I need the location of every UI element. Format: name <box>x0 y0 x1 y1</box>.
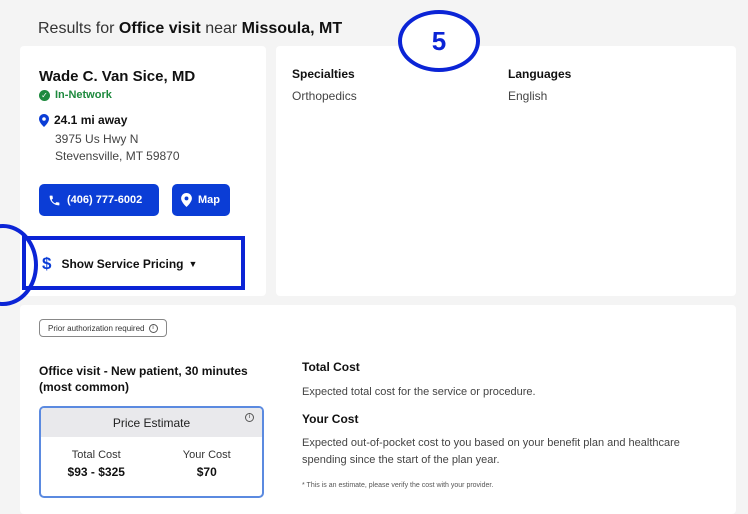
info-icon[interactable]: i <box>245 413 254 422</box>
results-service: Office visit <box>118 20 201 37</box>
total-cost-label: Total Cost <box>71 449 121 461</box>
results-location: Missoula, MT <box>241 20 343 37</box>
prior-authorization-label: Prior authorization required <box>48 323 145 333</box>
specialties-value: Orthopedics <box>292 89 357 103</box>
check-circle-icon: ✓ <box>39 89 50 101</box>
prior-authorization-badge[interactable]: Prior authorization required i <box>39 319 167 337</box>
service-title: Office visit - New patient, 30 minutes (… <box>39 364 248 394</box>
distance-row: 24.1 mi away <box>39 113 127 127</box>
your-cost-column: Your Cost $70 <box>152 437 263 479</box>
your-cost-heading: Your Cost <box>302 412 359 426</box>
show-service-pricing-toggle[interactable]: $ Show Service Pricing ▼ <box>42 254 197 274</box>
step-number-badge: 5 <box>398 10 480 72</box>
show-service-pricing-label: Show Service Pricing <box>61 257 184 271</box>
network-label: In-Network <box>55 89 112 101</box>
caret-down-icon: ▼ <box>188 259 198 269</box>
dollar-icon: $ <box>42 254 52 273</box>
network-status: ✓ In-Network <box>39 89 112 101</box>
your-cost-value: $70 <box>196 465 217 479</box>
call-button[interactable]: (406) 777-6002 <box>39 184 159 216</box>
distance-label: 24.1 mi away <box>54 113 128 127</box>
total-cost-value: $93 - $325 <box>67 465 125 479</box>
price-estimate-title: Price Estimate <box>112 415 191 430</box>
address-line-2: Stevensville, MT 59870 <box>55 149 180 163</box>
specialties-heading: Specialties <box>292 67 355 81</box>
languages-value: English <box>508 89 548 103</box>
results-prefix: Results for <box>38 20 115 37</box>
provider-card: Wade C. Van Sice, MD ✓ In-Network 24.1 m… <box>0 46 266 306</box>
location-pin-icon <box>39 113 49 127</box>
info-icon[interactable]: i <box>148 323 158 333</box>
price-estimate-box: Price Estimate i Total Cost $93 - $325 Y… <box>39 406 264 498</box>
price-estimate-values: Total Cost $93 - $325 Your Cost $70 <box>41 437 262 479</box>
results-heading: Results for Office visit near Missoula, … <box>38 20 342 38</box>
languages-heading: Languages <box>508 67 572 81</box>
total-cost-heading: Total Cost <box>302 360 360 374</box>
call-button-label: (406) 777-6002 <box>67 194 143 206</box>
service-pricing-panel: Prior authorization required i Office vi… <box>20 305 736 514</box>
your-cost-label: Your Cost <box>182 449 231 461</box>
details-card: Specialties Orthopedics Languages Englis… <box>276 46 736 296</box>
price-estimate-header: Price Estimate i <box>41 408 262 437</box>
estimate-disclaimer: * This is an estimate, please verify the… <box>302 482 494 489</box>
map-button-label: Map <box>198 194 220 206</box>
total-cost-description: Expected total cost for the service or p… <box>302 386 536 398</box>
map-button[interactable]: Map <box>172 184 230 216</box>
phone-icon <box>49 195 60 205</box>
total-cost-column: Total Cost $93 - $325 <box>41 437 152 479</box>
map-pin-icon <box>181 193 192 207</box>
address-line-1: 3975 Us Hwy N <box>55 132 139 146</box>
results-near: near <box>205 20 238 37</box>
provider-name[interactable]: Wade C. Van Sice, MD <box>39 68 195 85</box>
your-cost-description: Expected out-of-pocket cost to you based… <box>302 437 680 466</box>
